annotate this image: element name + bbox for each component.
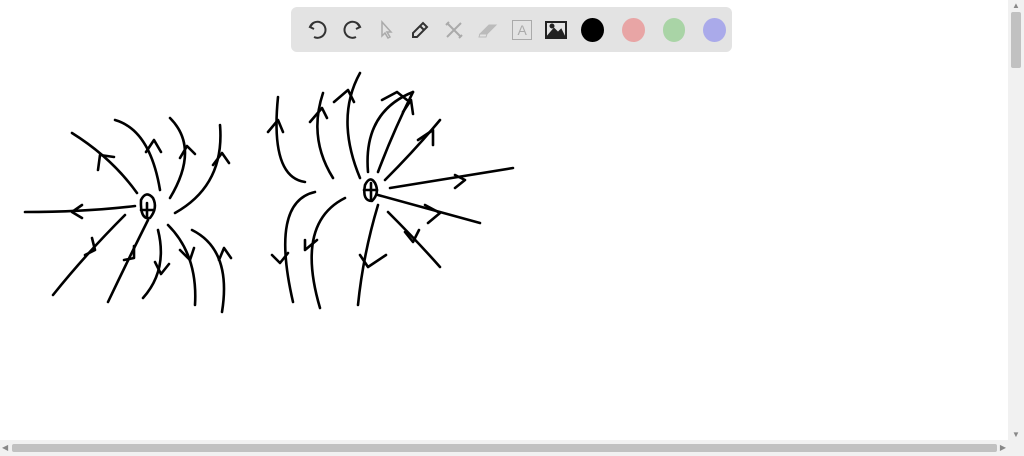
text-icon: A (512, 19, 533, 40)
vertical-scroll-thumb[interactable] (1011, 12, 1021, 68)
scroll-up-arrow[interactable]: ▲ (1012, 1, 1020, 10)
vertical-scrollbar[interactable]: ▲ ▼ (1008, 0, 1024, 440)
select-icon (381, 19, 393, 39)
horizontal-scroll-thumb[interactable] (12, 444, 997, 452)
color-purple-swatch[interactable] (703, 17, 726, 42)
drawing-canvas[interactable] (0, 0, 1024, 456)
select-button[interactable] (369, 12, 403, 48)
undo-icon (308, 20, 327, 39)
scroll-down-arrow[interactable]: ▼ (1012, 430, 1020, 439)
color-pink-swatch[interactable] (621, 17, 645, 42)
color-green-swatch[interactable] (662, 17, 686, 42)
scroll-left-arrow[interactable]: ◀ (2, 443, 8, 452)
text-button[interactable]: A (505, 12, 539, 48)
redo-button[interactable] (335, 12, 369, 48)
right-charge-field-lines (266, 71, 515, 310)
eraser-icon (478, 24, 498, 37)
eraser-button[interactable] (471, 12, 505, 48)
scroll-right-arrow[interactable]: ▶ (1000, 443, 1006, 452)
image-button[interactable] (539, 12, 573, 48)
color-black-swatch[interactable] (581, 17, 604, 42)
pen-button[interactable] (403, 12, 437, 48)
image-icon (545, 20, 568, 39)
tools-icon (445, 20, 463, 39)
horizontal-scrollbar[interactable]: ◀ ▶ (0, 440, 1024, 456)
tools-button[interactable] (437, 12, 471, 48)
redo-icon (343, 20, 362, 39)
undo-button[interactable] (301, 12, 335, 48)
pen-icon (412, 21, 429, 38)
left-charge-field-lines (23, 116, 233, 314)
drawing-toolbar: A (291, 7, 732, 52)
